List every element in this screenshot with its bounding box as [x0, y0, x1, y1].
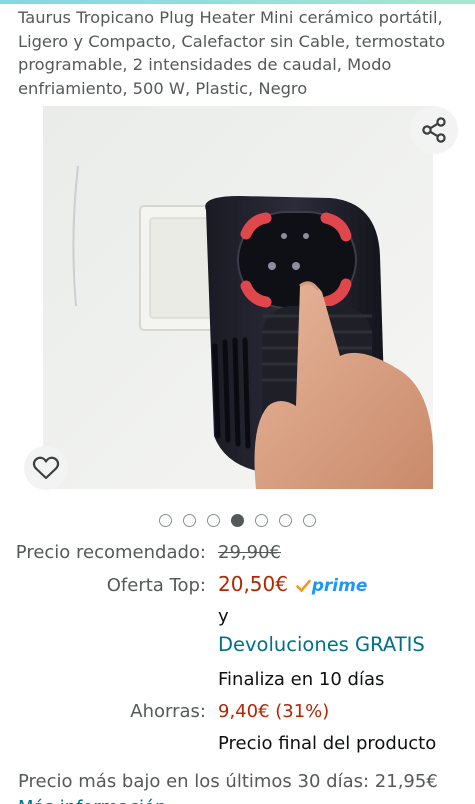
share-icon	[422, 117, 446, 143]
carousel-dot[interactable]	[183, 514, 196, 527]
carousel-dot[interactable]	[303, 514, 316, 527]
product-image	[43, 106, 433, 489]
free-returns-link[interactable]: Devoluciones GRATIS	[218, 633, 425, 657]
deal-price: 20,50€	[218, 572, 288, 596]
product-title[interactable]: Taurus Tropicano Plug Heater Mini cerámi…	[18, 6, 463, 100]
final-price-note: Precio final del producto	[218, 733, 437, 754]
carousel-dot[interactable]	[159, 514, 172, 527]
prime-label: prime	[311, 576, 368, 596]
carousel-dot[interactable]	[207, 514, 220, 527]
top-accent-bar	[0, 0, 475, 4]
heart-icon	[32, 456, 60, 480]
product-image-carousel[interactable]	[0, 106, 475, 502]
list-price-label: Precio recomendado:	[15, 542, 206, 563]
lowest-price-30-days: Precio más bajo en los últimos 30 días: …	[18, 771, 438, 792]
savings-value: 9,40€ (31%)	[218, 701, 330, 722]
deal-price-row: 20,50€ prime	[218, 572, 367, 598]
deal-label: Oferta Top:	[106, 575, 206, 596]
checkmark-icon	[295, 579, 311, 593]
more-info-link[interactable]: Más información	[18, 796, 166, 804]
carousel-pagination[interactable]	[0, 514, 475, 527]
share-button[interactable]	[410, 106, 458, 154]
list-price-value: 29,90€	[218, 542, 281, 563]
carousel-dot-active[interactable]	[231, 514, 244, 527]
savings-label: Ahorras:	[130, 701, 206, 722]
add-to-wishlist-button[interactable]	[24, 446, 68, 490]
deal-ends-text: Finaliza en 10 días	[218, 669, 385, 690]
and-text: y	[218, 606, 229, 627]
carousel-dot[interactable]	[279, 514, 292, 527]
prime-badge: prime	[295, 574, 368, 598]
carousel-dot[interactable]	[255, 514, 268, 527]
